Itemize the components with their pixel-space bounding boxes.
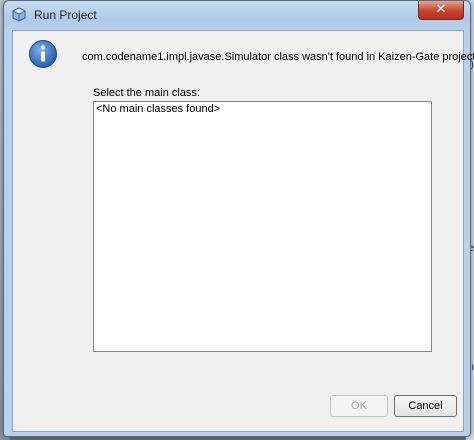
info-icon (28, 39, 58, 69)
title-bar[interactable]: Run Project ✕ (4, 1, 470, 29)
error-message: com.codename1.impl.javase.Simulator clas… (82, 51, 474, 63)
ok-button[interactable]: OK (330, 395, 388, 417)
close-icon: ✕ (435, 2, 447, 17)
dialog-content: com.codename1.impl.javase.Simulator clas… (12, 30, 474, 432)
main-class-list[interactable]: <No main classes found> (93, 101, 432, 352)
cancel-button[interactable]: Cancel (394, 395, 457, 417)
close-button[interactable]: ✕ (418, 1, 464, 20)
netbeans-cube-icon (12, 7, 26, 22)
list-item[interactable]: <No main classes found> (94, 102, 431, 116)
window-title: Run Project (34, 8, 97, 22)
main-class-label: Select the main class: (93, 87, 200, 99)
run-project-dialog: Run Project ✕ com.codename1.impl.javase.… (3, 0, 474, 437)
